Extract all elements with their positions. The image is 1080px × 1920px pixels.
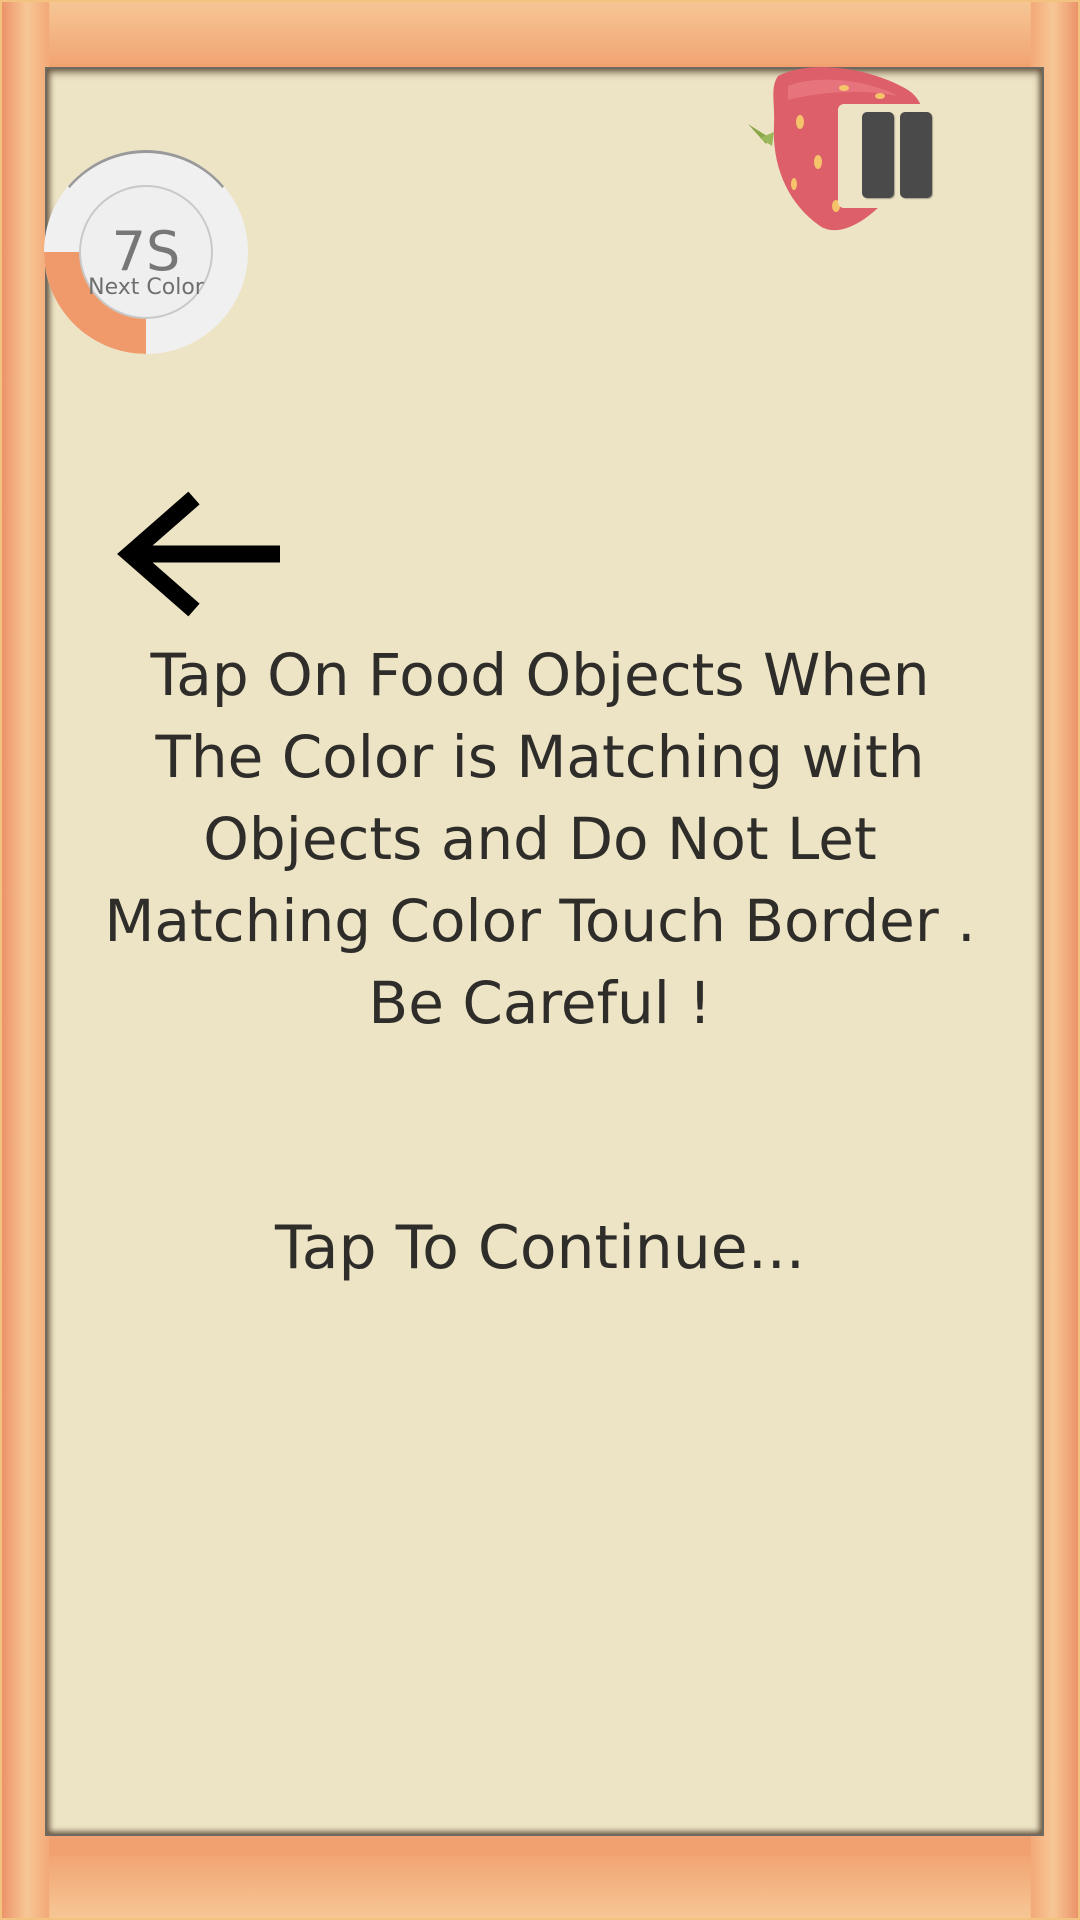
pause-icon	[862, 112, 894, 198]
timer-label: Next Color	[88, 275, 204, 300]
back-arrow-icon[interactable]	[112, 490, 282, 620]
instructions-text: Tap On Food Objects When The Color is Ma…	[104, 641, 976, 1037]
timer-seconds: 7S	[111, 220, 181, 283]
pause-button[interactable]	[838, 104, 940, 208]
tap-to-continue[interactable]: Tap To Continue...	[100, 1208, 980, 1288]
pause-icon-bar	[900, 112, 932, 198]
